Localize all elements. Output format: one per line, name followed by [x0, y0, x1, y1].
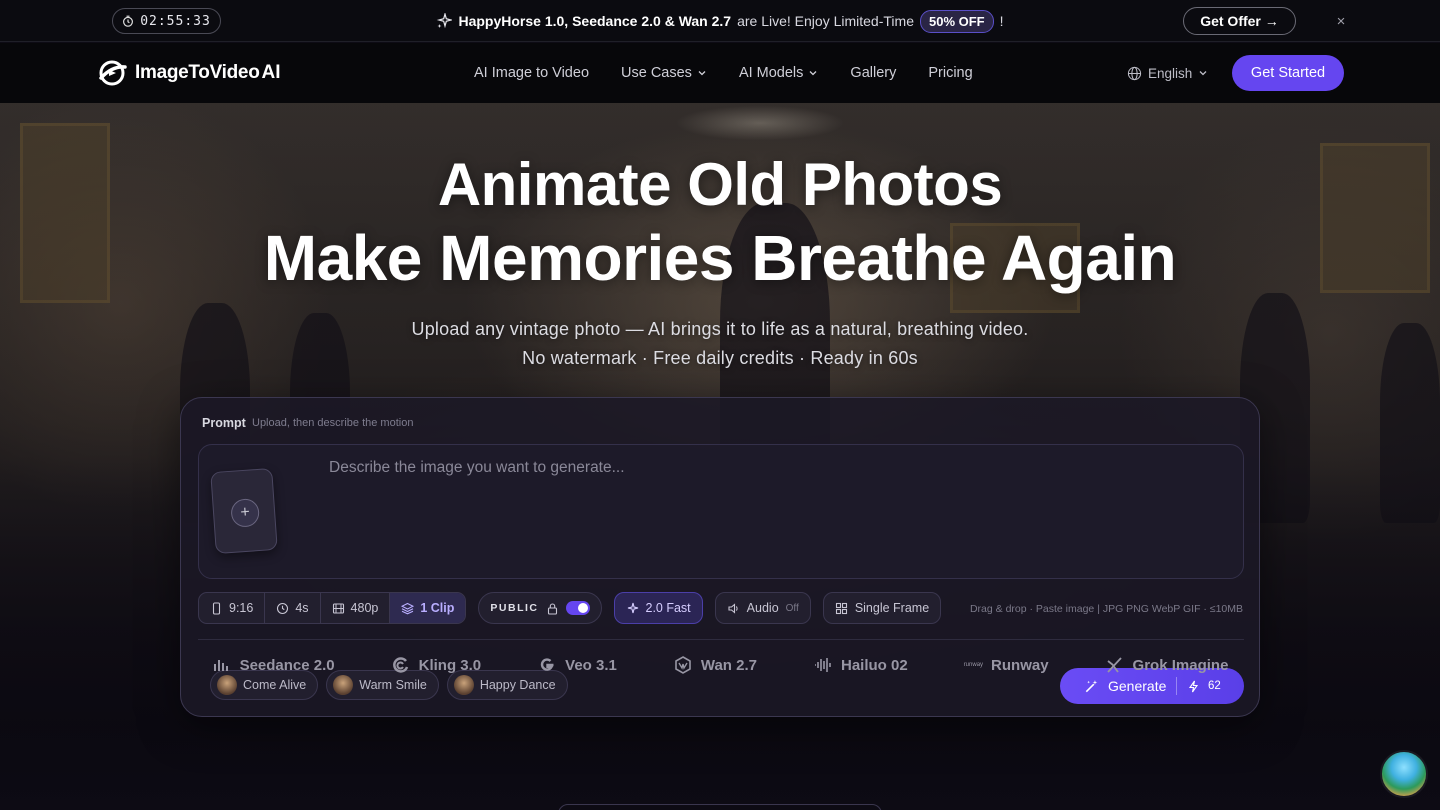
announcement-exclaim: !	[999, 13, 1004, 29]
globe-icon	[1127, 66, 1142, 80]
model-hailuo: Hailuo 02	[813, 655, 908, 675]
public-switch[interactable]	[565, 601, 590, 615]
model-runway: runway Runway	[963, 656, 1049, 674]
chevron-down-icon	[698, 71, 706, 76]
nav-links: AI Image to Video Use Cases AI Models Ga…	[474, 43, 973, 103]
nav-link-gallery[interactable]: Gallery	[850, 65, 896, 81]
layers-icon	[401, 602, 415, 614]
bars-chart-icon	[213, 660, 228, 671]
model-veo: Veo 3.1	[537, 655, 617, 675]
clips-option[interactable]: 1 Clip	[390, 593, 466, 623]
site-logo[interactable]: ImageToVideo AI	[97, 58, 281, 88]
phone-icon	[212, 601, 221, 615]
announcement-models: HappyHorse 1.0, Seedance 2.0 & Wan 2.7	[458, 13, 732, 29]
model-grok: Grok Imagine	[1105, 655, 1228, 675]
upload-format-hint: Drag & drop · Paste image | JPG PNG WebP…	[969, 603, 1243, 615]
get-started-button[interactable]: Get Started	[1232, 55, 1344, 91]
prompt-hint: Upload, then describe the motion	[252, 417, 414, 429]
model-wan: Wan 2.7	[673, 655, 757, 675]
visibility-toggle[interactable]: PUBLIC	[478, 592, 602, 624]
announcement-live-text: are Live! Enjoy Limited-Time	[737, 13, 914, 29]
plus-icon: +	[230, 497, 261, 528]
hero-title-line2: Make Memories Breathe Again	[263, 222, 1177, 294]
language-selector[interactable]: English	[1127, 63, 1208, 83]
announcement-bar: 02:55:33 HappyHorse 1.0, Seedance 2.0 & …	[0, 0, 1440, 42]
card-divider	[198, 639, 1244, 640]
hero-subtitle-line2: No watermark · Free daily credits · Read…	[522, 348, 918, 368]
swirl-icon	[392, 657, 408, 673]
generation-options: 9:16 4s 480p 1 Clip PUBLIC 2.0 Fast Audi…	[198, 592, 942, 624]
hero-title-line1: Animate Old Photos	[437, 151, 1003, 218]
sparkle-icon	[437, 13, 453, 29]
prompt-label: Prompt	[202, 416, 246, 430]
waveform-icon	[815, 658, 831, 672]
close-announcement-icon[interactable]: ×	[1332, 12, 1350, 30]
section-tab-pill[interactable]	[558, 804, 882, 810]
visibility-label: PUBLIC	[490, 602, 539, 614]
lock-icon	[547, 602, 557, 615]
language-label: English	[1148, 65, 1193, 81]
prompt-box: +	[198, 444, 1244, 579]
prompt-input[interactable]	[329, 459, 1229, 559]
format-options: 9:16 4s 480p 1 Clip	[198, 592, 467, 624]
countdown-timer: 02:55:33	[112, 8, 221, 34]
nav-link-pricing[interactable]: Pricing	[928, 65, 972, 81]
chevron-down-icon	[809, 71, 817, 76]
film-icon	[332, 602, 344, 614]
logo-icon	[99, 60, 127, 86]
audio-state: Off	[785, 602, 799, 614]
google-g-icon	[541, 658, 554, 671]
hero-subtitle-line1: Upload any vintage photo — AI brings it …	[411, 319, 1029, 339]
model-logos-strip: Seedance 2.0 Kling 3.0 Veo 3.1 Wan 2.7 H…	[0, 648, 1440, 682]
logo-ai-text: AI	[261, 62, 281, 83]
sparkle-icon	[627, 602, 638, 613]
main-navbar: ImageToVideo AI AI Image to Video Use Cas…	[0, 43, 1440, 103]
model-selector[interactable]: 2.0 Fast	[613, 592, 703, 624]
runway-wordmark-icon: runway	[963, 662, 984, 668]
frame-mode-selector[interactable]: Single Frame	[822, 592, 942, 624]
floating-avatar-button[interactable]	[1380, 750, 1428, 798]
duration-option[interactable]: 4s	[265, 593, 321, 623]
clock-icon	[277, 602, 289, 614]
speaker-icon	[728, 602, 738, 614]
nav-link-ai-models[interactable]: AI Models	[739, 65, 818, 81]
timer-value: 02:55:33	[140, 13, 211, 29]
stopwatch-icon	[123, 15, 134, 27]
model-seedance: Seedance 2.0	[212, 655, 335, 675]
nav-link-use-cases[interactable]: Use Cases	[621, 65, 707, 81]
hero-content: Animate Old Photos Make Memories Breathe…	[0, 103, 1440, 810]
logo-text: ImageToVideo	[135, 62, 260, 83]
hero-section: Animate Old Photos Make Memories Breathe…	[0, 103, 1440, 810]
resolution-option[interactable]: 480p	[321, 593, 391, 623]
wan-logo-icon	[675, 656, 691, 674]
aspect-ratio-option[interactable]: 9:16	[199, 593, 266, 623]
grid-icon	[835, 602, 847, 614]
grok-logo-icon	[1106, 657, 1122, 673]
image-upload-tile[interactable]: +	[210, 467, 278, 555]
model-kling: Kling 3.0	[391, 655, 481, 675]
get-offer-button[interactable]: Get Offer →	[1183, 7, 1296, 35]
audio-toggle[interactable]: Audio Off	[714, 592, 811, 624]
nav-link-image-to-video[interactable]: AI Image to Video	[474, 65, 589, 81]
chevron-down-icon	[1199, 71, 1207, 76]
discount-badge: 50% OFF	[919, 9, 994, 33]
